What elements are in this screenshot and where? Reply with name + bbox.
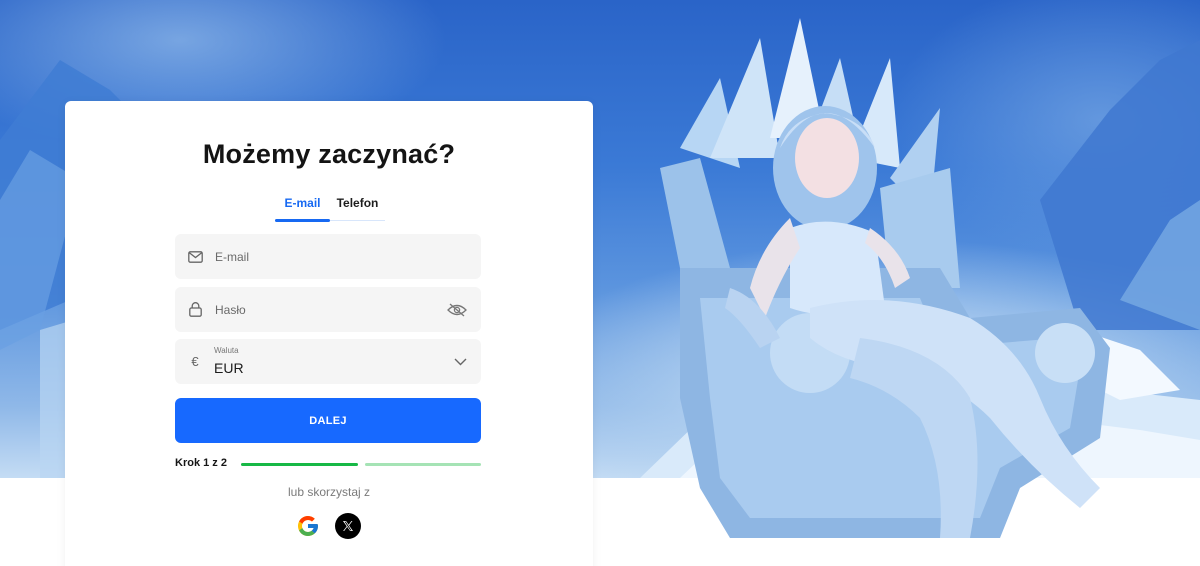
mail-icon (175, 250, 215, 263)
currency-select[interactable]: € Waluta EUR (175, 339, 481, 384)
password-field[interactable]: Hasło (175, 287, 481, 332)
eye-off-icon[interactable] (447, 303, 467, 317)
email-placeholder: E-mail (215, 249, 250, 264)
page-title: Możemy zaczynać? (202, 139, 456, 169)
currency-label: Waluta (214, 346, 239, 355)
email-field[interactable]: E-mail (175, 234, 481, 279)
tab-email[interactable]: E-mail (275, 189, 330, 222)
step-indicator: Krok 1 z 2 (175, 457, 227, 469)
ice-queen-illustration (660, 18, 1110, 538)
x-icon[interactable] (335, 513, 361, 539)
currency-value: EUR (214, 360, 244, 376)
google-icon[interactable] (295, 513, 321, 539)
auth-method-tabs: E-mail Telefon (275, 189, 385, 222)
tab-phone[interactable]: Telefon (330, 189, 385, 220)
password-placeholder: Hasło (215, 302, 246, 317)
progress-step-1 (241, 463, 358, 466)
progress-step-2 (365, 463, 481, 466)
alt-login-label: lub skorzystaj z (287, 485, 371, 499)
lock-icon (175, 302, 215, 317)
chevron-down-icon (454, 358, 467, 366)
currency-symbol: € (191, 354, 199, 369)
next-button[interactable]: DALEJ (175, 398, 481, 443)
login-card: Możemy zaczynać? E-mail Telefon E-mail H… (65, 101, 593, 566)
